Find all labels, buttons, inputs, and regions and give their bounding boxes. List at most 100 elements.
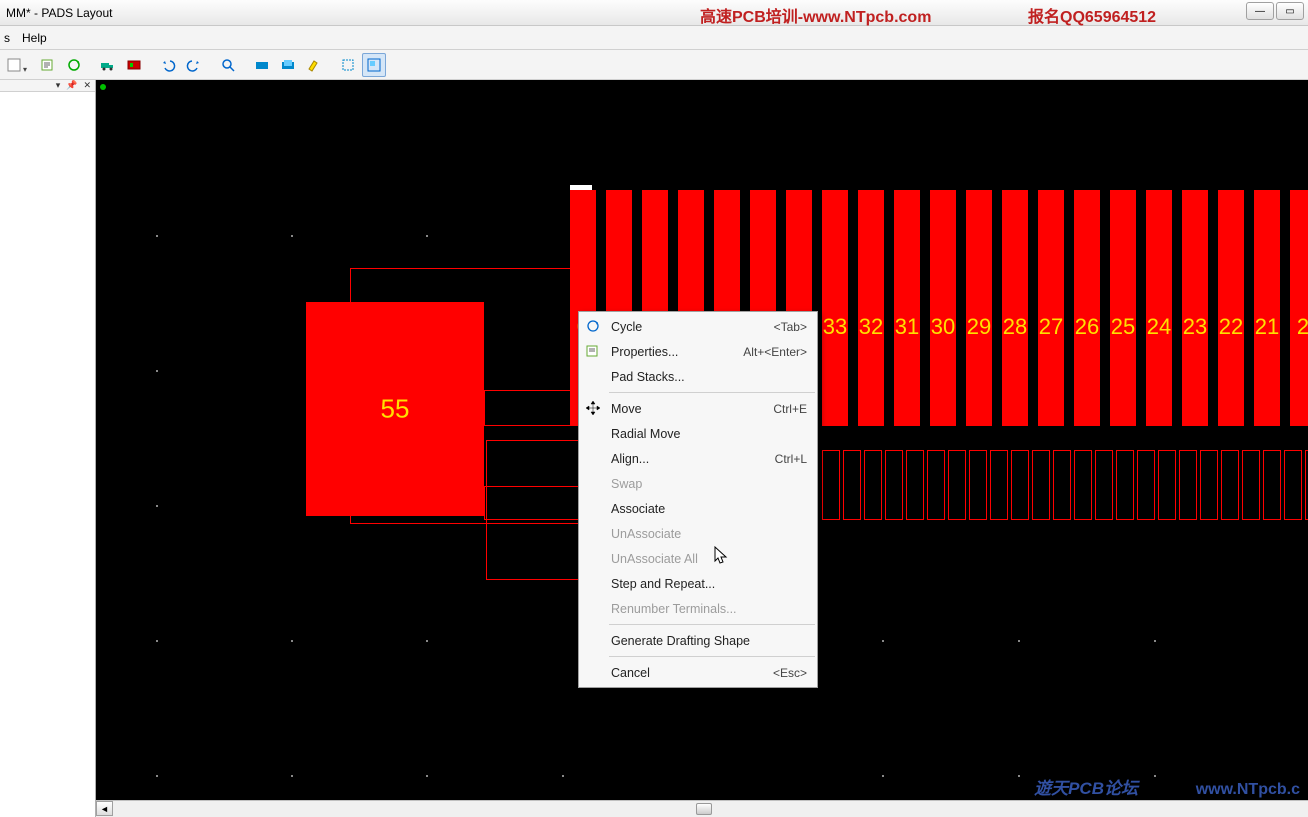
ctx-padstacks-label: Pad Stacks... (611, 370, 685, 384)
side-panel: ▾ 📌 ✕ (0, 80, 96, 817)
fine-pin-22 (1284, 450, 1302, 520)
ctx-align[interactable]: Align... Ctrl+L (579, 446, 817, 471)
fine-pin-5 (927, 450, 945, 520)
toolbar-properties-button[interactable] (36, 53, 60, 77)
pin-23[interactable]: 23 (1182, 190, 1208, 426)
fine-pin-4 (906, 450, 924, 520)
ctx-properties[interactable]: Properties... Alt+<Enter> (579, 339, 817, 364)
ctx-gendraft[interactable]: Generate Drafting Shape (579, 628, 817, 653)
toolbar-layer2-button[interactable] (276, 53, 300, 77)
ctx-properties-key: Alt+<Enter> (743, 345, 807, 359)
pin-24[interactable]: 24 (1146, 190, 1172, 426)
fine-pin-14 (1116, 450, 1134, 520)
fine-pin-6 (948, 450, 966, 520)
context-menu: Cycle <Tab> Properties... Alt+<Enter> Pa… (578, 311, 818, 688)
ctx-move[interactable]: Move Ctrl+E (579, 396, 817, 421)
maximize-button[interactable]: ▭ (1276, 2, 1304, 20)
toolbar-dropdown-button[interactable] (2, 53, 26, 77)
toolbar-layer1-button[interactable] (250, 53, 274, 77)
ctx-unassociateall: UnAssociate All (579, 546, 817, 571)
fine-pin-13 (1095, 450, 1113, 520)
fine-pin-2 (864, 450, 882, 520)
menu-item-help[interactable]: Help (22, 31, 47, 45)
ctx-move-key: Ctrl+E (773, 402, 807, 416)
ctx-cycle-key: <Tab> (774, 320, 807, 334)
pin-26[interactable]: 26 (1074, 190, 1100, 426)
pin-32[interactable]: 32 (858, 190, 884, 426)
panel-dropdown-icon[interactable]: ▾ (56, 80, 61, 91)
fine-pin-8 (990, 450, 1008, 520)
ctx-padstacks[interactable]: Pad Stacks... (579, 364, 817, 389)
fine-pin-3 (885, 450, 903, 520)
toolbar (0, 50, 1308, 80)
fine-pin-1 (843, 450, 861, 520)
pin-30[interactable]: 30 (930, 190, 956, 426)
ctx-properties-label: Properties... (611, 345, 678, 359)
scroll-thumb[interactable] (696, 803, 712, 815)
toolbar-zoom-button[interactable] (216, 53, 240, 77)
pin-label-24: 24 (1147, 314, 1171, 340)
ctx-cancel-key: <Esc> (773, 666, 807, 680)
pin-28[interactable]: 28 (1002, 190, 1028, 426)
toolbar-highlight-button[interactable] (302, 53, 326, 77)
minimize-button[interactable]: — (1246, 2, 1274, 20)
ctx-radialmove[interactable]: Radial Move (579, 421, 817, 446)
pin-label-28: 28 (1003, 314, 1027, 340)
horizontal-scrollbar[interactable]: ◄ (96, 800, 1308, 817)
pin-27[interactable]: 27 (1038, 190, 1064, 426)
panel-close-icon[interactable]: ✕ (83, 80, 91, 91)
toolbar-undo-button[interactable] (156, 53, 180, 77)
overlay-text-2: 报名QQ65964512 (1028, 3, 1156, 27)
pin-label-30: 30 (931, 314, 955, 340)
toolbar-select1-button[interactable] (336, 53, 360, 77)
pin-2[interactable]: 2 (1290, 190, 1308, 426)
toolbar-cycle-button[interactable] (62, 53, 86, 77)
ctx-associate[interactable]: Associate (579, 496, 817, 521)
pcb-canvas[interactable]: 55 0393837363534333231302928272625242322… (96, 80, 1308, 817)
toolbar-select2-button[interactable] (362, 53, 386, 77)
pin-label-2: 2 (1297, 314, 1308, 340)
fine-pin-10 (1032, 450, 1050, 520)
ctx-renumber-label: Renumber Terminals... (611, 602, 737, 616)
panel-pin-icon[interactable]: 📌 (66, 80, 77, 91)
pin-label-26: 26 (1075, 314, 1099, 340)
ctx-steprepeat-label: Step and Repeat... (611, 577, 715, 591)
pin-25[interactable]: 25 (1110, 190, 1136, 426)
ctx-renumber: Renumber Terminals... (579, 596, 817, 621)
pin-label-25: 25 (1111, 314, 1135, 340)
ctx-cancel[interactable]: Cancel <Esc> (579, 660, 817, 685)
fine-pin-0 (822, 450, 840, 520)
fine-pin-20 (1242, 450, 1260, 520)
ctx-move-label: Move (611, 402, 642, 416)
fine-pin-16 (1158, 450, 1176, 520)
toolbar-redo-button[interactable] (182, 53, 206, 77)
pin-label-33: 33 (823, 314, 847, 340)
pin-21[interactable]: 21 (1254, 190, 1280, 426)
pad-55-label: 55 (381, 394, 410, 425)
pin-label-21: 21 (1255, 314, 1279, 340)
watermark-url: www.NTpcb.c (1196, 781, 1300, 799)
pin-33[interactable]: 33 (822, 190, 848, 426)
ctx-cycle-label: Cycle (611, 320, 642, 334)
toolbar-truck-button[interactable] (96, 53, 120, 77)
pin-29[interactable]: 29 (966, 190, 992, 426)
scroll-left-button[interactable]: ◄ (96, 801, 113, 816)
watermark-label: 遊天PCB论坛 (1034, 774, 1138, 799)
pad-55[interactable]: 55 (306, 302, 484, 516)
ctx-radialmove-label: Radial Move (611, 427, 680, 441)
ctx-steprepeat[interactable]: Step and Repeat... (579, 571, 817, 596)
pin-31[interactable]: 31 (894, 190, 920, 426)
ctx-associate-label: Associate (611, 502, 665, 516)
pin-22[interactable]: 22 (1218, 190, 1244, 426)
menu-item-0[interactable]: s (4, 31, 10, 45)
ctx-swap: Swap (579, 471, 817, 496)
fine-pin-15 (1137, 450, 1155, 520)
ctx-cancel-label: Cancel (611, 666, 650, 680)
pin-label-32: 32 (859, 314, 883, 340)
ctx-cycle[interactable]: Cycle <Tab> (579, 314, 817, 339)
pin-label-31: 31 (895, 314, 919, 340)
toolbar-board-button[interactable] (122, 53, 146, 77)
fine-pin-18 (1200, 450, 1218, 520)
ctx-unassociate-label: UnAssociate (611, 527, 681, 541)
fine-pin-7 (969, 450, 987, 520)
